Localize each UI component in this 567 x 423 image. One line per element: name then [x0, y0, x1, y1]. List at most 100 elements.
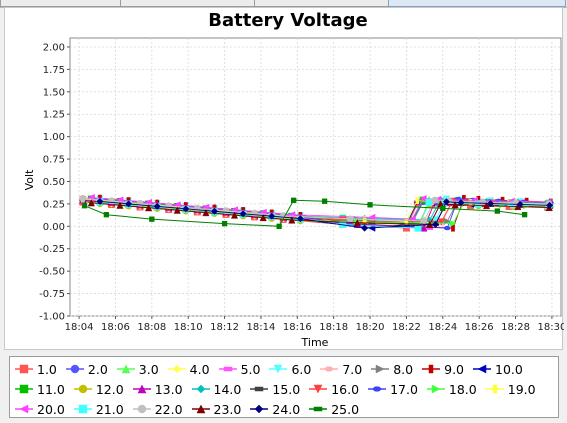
legend-marker-icon	[65, 364, 84, 374]
legend-marker-icon	[371, 364, 390, 374]
window-tab[interactable]	[254, 0, 390, 7]
window-tab[interactable]	[388, 0, 566, 7]
x-tick-label: 18:12	[210, 322, 239, 333]
legend-item: 3.0	[116, 359, 159, 379]
y-tick-label: -0.50	[39, 267, 65, 278]
legend-marker	[431, 384, 441, 394]
x-tick-label: 18:16	[283, 322, 312, 333]
legend-label: 3.0	[138, 361, 159, 377]
x-axis-label: Time	[301, 336, 329, 349]
legend-marker-icon	[191, 384, 210, 394]
legend-label: 17.0	[390, 381, 418, 397]
legend-item: 7.0	[319, 359, 362, 379]
data-point	[420, 217, 428, 225]
data-point	[346, 215, 354, 223]
data-point	[79, 194, 87, 202]
legend-marker-icon	[132, 404, 151, 414]
legend-label: 23.0	[213, 401, 242, 417]
y-tick-label: 1.00	[43, 132, 65, 143]
legend-label: 15.0	[272, 381, 301, 397]
data-point	[443, 225, 451, 231]
legend-item: 14.0	[191, 379, 242, 399]
data-point	[291, 197, 297, 203]
legend-item: 19.0	[485, 379, 536, 399]
data-point	[431, 196, 439, 204]
y-tick-label: 1.50	[43, 87, 65, 98]
plot-area	[69, 37, 562, 317]
legend-marker	[492, 384, 497, 394]
legend-label: 14.0	[213, 381, 242, 397]
window-tab[interactable]	[120, 0, 256, 7]
legend-marker-icon	[15, 364, 33, 374]
legend-marker-icon	[132, 384, 151, 394]
legend-item: 5.0	[218, 359, 261, 379]
battery-voltage-chart: Battery Voltage 2.00 1.75 1.50 1.25 1.00 0.75…	[23, 10, 564, 349]
legend-marker	[372, 386, 382, 392]
legend-label: 9.0	[444, 361, 465, 377]
y-axis-label: Volt	[23, 169, 36, 190]
legend-label: 2.0	[87, 361, 108, 377]
legend-label: 18.0	[448, 381, 477, 397]
legend-item: 8.0	[370, 359, 413, 379]
legend-marker	[78, 404, 88, 414]
y-tick-label: 0.75	[43, 155, 65, 166]
y-tick-label: 0.25	[43, 199, 65, 210]
legend-label: 1.0	[37, 361, 57, 377]
x-tick-label: 18:10	[174, 322, 203, 333]
legend-marker-icon	[485, 384, 504, 394]
legend-marker	[19, 404, 29, 414]
legend-marker-icon	[116, 364, 135, 374]
data-point	[440, 205, 446, 212]
legend-marker-icon	[269, 364, 288, 374]
x-tick-label: 18:26	[465, 322, 494, 333]
legend-label: 12.0	[95, 381, 124, 397]
legend-label: 25.0	[331, 401, 360, 417]
legend-marker-icon	[167, 364, 186, 374]
legend-item: 1.0	[14, 359, 57, 379]
legend-label: 5.0	[240, 361, 261, 377]
x-tick-label: 18:20	[356, 322, 385, 333]
data-point	[276, 223, 282, 229]
legend-marker-icon	[422, 364, 441, 374]
data-point	[103, 212, 110, 218]
legend-item: 10.0	[472, 359, 523, 379]
x-tick-label: 18:24	[428, 322, 457, 333]
data-point	[479, 198, 486, 206]
legend-item: 9.0	[421, 359, 464, 379]
data-point	[221, 220, 228, 227]
legend-marker-icon	[320, 366, 339, 372]
legend-item: 12.0	[73, 379, 124, 399]
legend-marker-icon	[15, 384, 33, 394]
legend-label: 8.0	[393, 361, 414, 377]
legend-marker-icon	[426, 384, 445, 394]
legend-marker-icon	[250, 386, 269, 392]
legend-marker-icon	[218, 366, 237, 372]
chart-title: Battery Voltage	[208, 10, 368, 31]
legend-marker	[477, 364, 487, 374]
legend-label: 11.0	[37, 381, 65, 397]
window-tab[interactable]	[0, 0, 122, 7]
data-point	[81, 203, 88, 209]
x-tick-label: 18:08	[137, 322, 166, 333]
legend-marker	[375, 364, 385, 374]
y-tick-label: -1.00	[39, 312, 65, 323]
data-point	[367, 202, 373, 208]
y-tick-label: 1.75	[43, 65, 65, 76]
legend-marker	[325, 366, 334, 372]
x-tick-label: 18:04	[65, 322, 94, 333]
legend-item: 17.0	[367, 379, 418, 399]
legend-marker-icon	[73, 404, 92, 414]
chart-legend: 1.0 2.0 3.0 4.0 5.0 6.0 7.0 8.0 9.0 10.0 11.0 12.0 1…	[9, 356, 559, 418]
data-point	[149, 216, 155, 222]
legend-item: 18.0	[426, 379, 477, 399]
x-tick-label: 18:30	[537, 322, 564, 333]
legend-marker	[19, 364, 29, 374]
legend-marker	[78, 384, 88, 394]
legend-marker-icon	[309, 384, 328, 394]
legend-marker	[196, 384, 205, 394]
legend-item: 25.0	[308, 399, 359, 419]
y-tick-label: -0.25	[39, 244, 65, 255]
legend-item: 11.0	[14, 379, 65, 399]
legend-marker	[428, 364, 434, 374]
legend-item: 16.0	[308, 379, 359, 399]
